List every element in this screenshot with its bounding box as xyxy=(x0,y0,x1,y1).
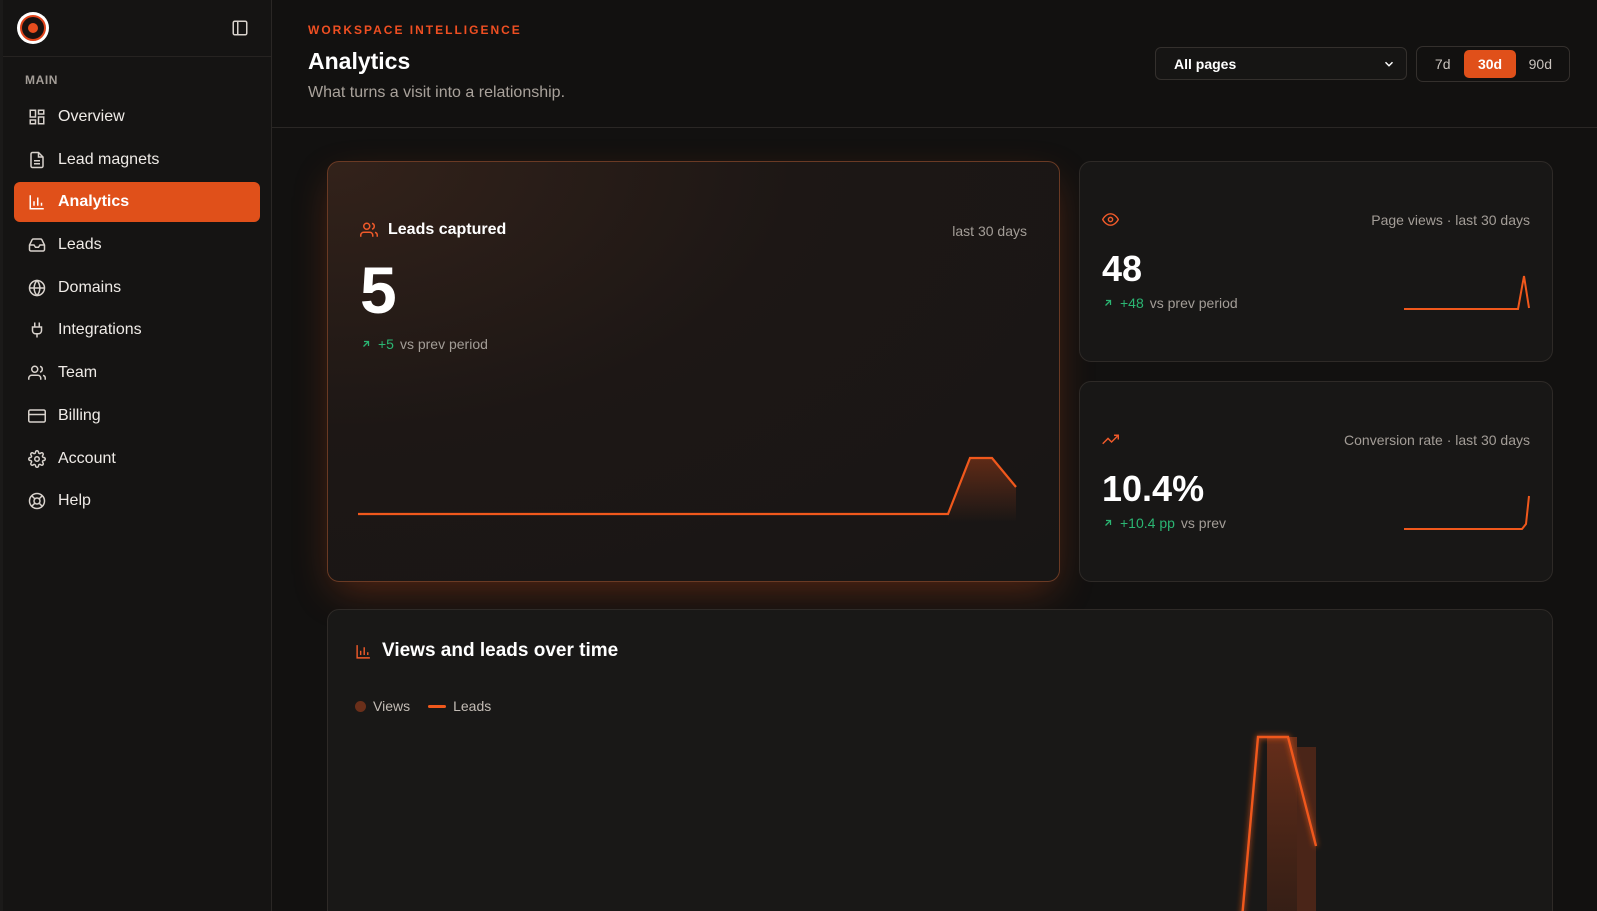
views-bar xyxy=(1267,737,1297,911)
page-filter-select[interactable]: All pages xyxy=(1155,47,1407,80)
page-filter-value: All pages xyxy=(1174,55,1237,72)
conversion-rate-delta: +10.4 pp vs prev xyxy=(1102,515,1226,531)
chart-title-text: Views and leads over time xyxy=(382,640,619,661)
sidebar-item-label: Overview xyxy=(58,108,125,125)
plug-icon xyxy=(31,322,43,338)
arrow-up-right-icon xyxy=(1105,299,1112,306)
conversion-rate-label: Conversion rate · last 30 days xyxy=(1344,432,1530,448)
sidebar-item-label: Leads xyxy=(58,236,102,254)
logo[interactable] xyxy=(17,12,49,44)
sidebar-item-label: Lead magnets xyxy=(58,150,160,168)
sidebar-item-label: Account xyxy=(58,449,116,467)
sidebar-header xyxy=(3,0,271,57)
sidebar-item-help[interactable]: Help xyxy=(14,481,260,521)
conversion-rate-delta-value: +10.4 pp xyxy=(1120,515,1175,531)
credit-card-icon xyxy=(28,409,46,423)
users-icon xyxy=(28,365,46,380)
leads-sparkline xyxy=(358,456,1017,522)
chart-title: Views and leads over time xyxy=(355,640,618,662)
leads-captured-card: Leads captured last 30 days 5 +5 vs prev… xyxy=(327,161,1060,582)
sidebar-item-domains[interactable]: Domains xyxy=(14,268,260,308)
legend-leads-swatch xyxy=(428,704,447,708)
chevron-down-icon xyxy=(1384,61,1394,67)
conversion-rate-sparkline xyxy=(1404,495,1530,530)
bar-chart-icon xyxy=(356,644,370,659)
sidebar-item-label: Integrations xyxy=(58,321,142,339)
sidebar-item-label: Domains xyxy=(58,278,122,296)
eye-icon xyxy=(1102,213,1119,226)
gear-icon xyxy=(28,449,46,468)
page-subtitle: What turns a visit into a relationship. xyxy=(308,84,566,101)
legend-views-swatch xyxy=(355,700,366,712)
users-icon xyxy=(360,222,378,237)
leads-delta-suffix: vs prev period xyxy=(399,336,488,352)
leads-card-delta: +5 vs prev period xyxy=(360,336,488,352)
sidebar-item-label: Analytics xyxy=(58,193,130,211)
sidebar-item-team[interactable]: Team xyxy=(14,353,260,393)
page-views-value: 48 xyxy=(1102,248,1143,289)
sidebar-item-integrations[interactable]: Integrations xyxy=(14,310,260,350)
sidebar-section-label: MAIN xyxy=(25,73,59,87)
sidebar-toggle-icon[interactable] xyxy=(229,17,251,39)
legend-leads[interactable]: Leads xyxy=(428,698,491,714)
conversion-rate-value: 10.4% xyxy=(1102,468,1205,509)
sidebar-item-leads[interactable]: Leads xyxy=(14,225,260,265)
sidebar-item-label: Help xyxy=(58,492,91,510)
sidebar-item-billing[interactable]: Billing xyxy=(14,396,260,436)
range-7d-button[interactable]: 7d xyxy=(1421,50,1464,78)
inbox-icon xyxy=(28,238,46,252)
leads-card-period: last 30 days xyxy=(952,223,1027,239)
range-30d-button[interactable]: 30d xyxy=(1464,50,1516,78)
sidebar-item-label: Billing xyxy=(58,406,101,424)
page-views-card: Page views · last 30 days 48 +48 vs prev… xyxy=(1079,161,1553,362)
sidebar: MAIN Overview Lead magnets Analytics Lea… xyxy=(0,0,272,911)
page-views-delta-suffix: vs prev period xyxy=(1149,295,1238,311)
chart-legend: Views Leads xyxy=(355,698,509,714)
sidebar-item-label: Team xyxy=(58,364,98,382)
range-90d-button[interactable]: 90d xyxy=(1516,50,1565,78)
page-header: WORKSPACE INTELLIGENCE Analytics What tu… xyxy=(272,0,1597,128)
page-views-delta: +48 vs prev period xyxy=(1102,295,1238,311)
globe-icon xyxy=(28,279,46,297)
bar-chart-icon xyxy=(29,195,44,210)
document-icon xyxy=(30,151,44,168)
date-range-toggle: 7d 30d 90d xyxy=(1416,46,1570,82)
page-views-delta-value: +48 xyxy=(1120,295,1144,311)
sidebar-item-account[interactable]: Account xyxy=(14,439,260,479)
conversion-rate-delta-suffix: vs prev xyxy=(1180,515,1227,531)
sidebar-item-lead-magnets[interactable]: Lead magnets xyxy=(14,140,260,180)
sidebar-item-overview[interactable]: Overview xyxy=(14,97,260,137)
page-views-label: Page views · last 30 days xyxy=(1371,212,1530,228)
sidebar-nav: Overview Lead magnets Analytics Leads Do… xyxy=(3,97,271,521)
lifebuoy-icon xyxy=(28,492,46,510)
views-leads-chart-card: Views and leads over time Views Leads xyxy=(327,609,1553,911)
sidebar-item-analytics[interactable]: Analytics xyxy=(14,182,260,223)
page-views-sparkline xyxy=(1404,275,1530,310)
arrow-up-right-icon xyxy=(1105,519,1112,526)
trending-up-icon xyxy=(1102,434,1119,445)
legend-views-label: Views xyxy=(373,698,411,714)
page-title: Analytics xyxy=(308,48,411,74)
leads-card-value: 5 xyxy=(360,253,397,327)
legend-views[interactable]: Views xyxy=(355,698,410,714)
leads-delta-value: +5 xyxy=(378,336,394,352)
legend-leads-label: Leads xyxy=(453,698,492,714)
views-bar xyxy=(1297,747,1316,911)
conversion-rate-card: Conversion rate · last 30 days 10.4% +10… xyxy=(1079,381,1553,582)
leads-card-header: Leads captured xyxy=(360,221,506,239)
grid-icon xyxy=(29,109,45,125)
leads-card-title: Leads captured xyxy=(388,221,507,238)
arrow-up-right-icon xyxy=(363,340,370,347)
eyebrow-label: WORKSPACE INTELLIGENCE xyxy=(308,23,522,37)
